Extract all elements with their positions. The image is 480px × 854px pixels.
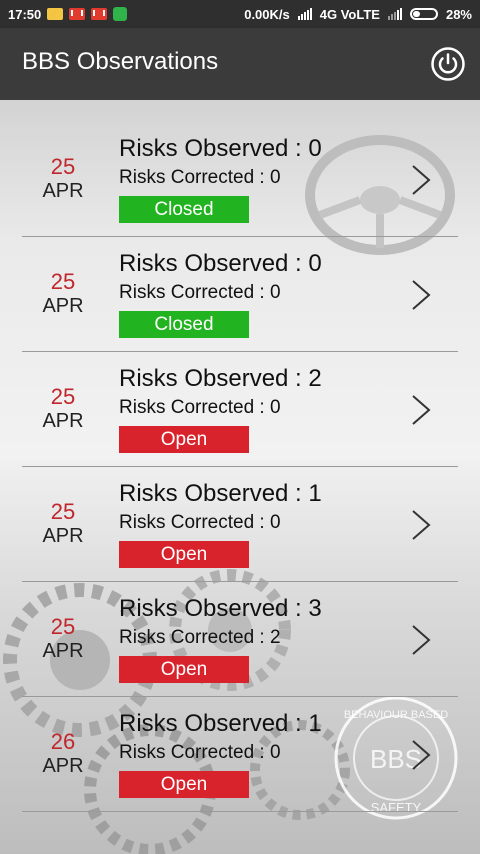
date-day: 25 [50,499,76,524]
chevron-right-icon[interactable] [410,739,432,771]
status-badge: Closed [119,311,249,338]
risks-observed: Risks Observed : 0 [119,250,322,277]
date-day: 26 [50,729,76,754]
risks-observed: Risks Observed : 2 [119,365,322,392]
chevron-right-icon[interactable] [410,164,432,196]
risks-observed: Risks Observed : 3 [119,595,322,622]
divider [22,811,458,812]
observation-row[interactable]: 25 APR Risks Observed : 1 Risks Correcte… [0,467,480,582]
observation-row[interactable]: 25 APR Risks Observed : 0 Risks Correcte… [0,122,480,237]
notification-app-icon [47,8,64,20]
date-month: APR [42,180,84,202]
chevron-right-icon[interactable] [410,624,432,656]
date-month: APR [42,410,84,432]
risks-corrected: Risks Corrected : 0 [119,167,281,188]
observation-row[interactable]: 26 APR Risks Observed : 1 Risks Correcte… [0,697,480,812]
status-badge: Open [119,541,249,568]
status-badge: Open [119,656,249,683]
risks-observed: Risks Observed : 1 [119,710,322,737]
date-day: 25 [50,269,76,294]
risks-observed: Risks Observed : 1 [119,480,322,507]
date-month: APR [42,295,84,317]
chevron-right-icon[interactable] [410,509,432,541]
status-badge: Open [119,771,249,798]
gmail-icon [91,8,108,20]
signal-icon [297,8,312,20]
risks-corrected: Risks Corrected : 0 [119,282,281,303]
gmail-icon [69,8,86,20]
status-badge: Closed [119,196,249,223]
status-time: 17:50 [8,6,42,22]
battery-icon [409,8,438,20]
date-day: 25 [50,154,76,179]
chevron-right-icon[interactable] [410,279,432,311]
notification-app-icon [113,7,128,21]
status-badge: Open [119,426,249,453]
status-bar: 17:50 0.00K/s 4G VoLTE 28% [0,0,480,28]
date-day: 25 [50,384,76,409]
date-month: APR [42,640,84,662]
date-month: APR [42,525,84,547]
signal-icon [387,8,402,20]
power-icon[interactable] [430,46,466,82]
app-bar: BBS Observations [0,28,480,100]
risks-corrected: Risks Corrected : 0 [119,742,281,763]
page-title: BBS Observations [22,48,219,75]
risks-corrected: Risks Corrected : 0 [119,397,281,418]
observation-row[interactable]: 25 APR Risks Observed : 2 Risks Correcte… [0,352,480,467]
chevron-right-icon[interactable] [410,394,432,426]
observation-row[interactable]: 25 APR Risks Observed : 0 Risks Correcte… [0,237,480,352]
risks-corrected: Risks Corrected : 0 [119,512,281,533]
date-month: APR [42,755,84,777]
risks-corrected: Risks Corrected : 2 [119,627,281,648]
risks-observed: Risks Observed : 0 [119,135,322,162]
date-day: 25 [50,614,76,639]
network-type: 4G VoLTE [319,6,380,22]
network-speed: 0.00K/s [244,6,290,22]
screen: 17:50 0.00K/s 4G VoLTE 28% BBS Observati… [0,0,480,854]
battery-level: 28% [445,6,472,22]
observation-row[interactable]: 25 APR Risks Observed : 3 Risks Correcte… [0,582,480,697]
